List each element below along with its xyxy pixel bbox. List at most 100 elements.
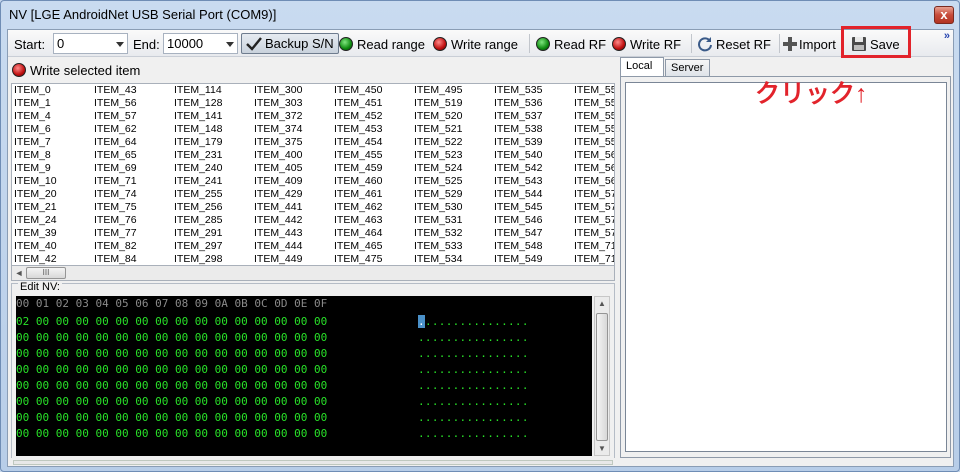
toolbar-overflow-icon[interactable]: »	[944, 30, 950, 42]
list-item[interactable]: ITEM_532	[414, 227, 462, 240]
list-item[interactable]: ITEM_21	[14, 201, 57, 214]
local-file-list[interactable]	[625, 82, 947, 452]
scroll-left-icon[interactable]: ◄	[13, 267, 25, 279]
list-item[interactable]: ITEM_533	[414, 240, 462, 253]
title-bar[interactable]: NV [LGE AndroidNet USB Serial Port (COM9…	[1, 1, 959, 29]
ascii-row[interactable]: ................	[418, 426, 529, 442]
ascii-row[interactable]: ................	[418, 362, 529, 378]
list-item[interactable]: ITEM_57	[574, 214, 614, 227]
list-item[interactable]: ITEM_57	[574, 227, 614, 240]
list-item[interactable]: ITEM_55	[574, 97, 614, 110]
list-item[interactable]: ITEM_56	[574, 149, 614, 162]
list-item[interactable]: ITEM_9	[14, 162, 57, 175]
list-item[interactable]: ITEM_441	[254, 201, 302, 214]
list-item[interactable]: ITEM_77	[94, 227, 137, 240]
hex-row[interactable]: 00 00 00 00 00 00 00 00 00 00 00 00 00 0…	[16, 378, 327, 394]
list-item[interactable]: ITEM_544	[494, 188, 542, 201]
list-item[interactable]: ITEM_452	[334, 110, 382, 123]
scroll-thumb[interactable]: III	[26, 267, 66, 279]
list-item[interactable]: ITEM_39	[14, 227, 57, 240]
list-item[interactable]: ITEM_64	[94, 136, 137, 149]
list-item[interactable]: ITEM_74	[94, 188, 137, 201]
list-item[interactable]: ITEM_55	[574, 136, 614, 149]
list-item[interactable]: ITEM_538	[494, 123, 542, 136]
list-item[interactable]: ITEM_405	[254, 162, 302, 175]
list-item[interactable]: ITEM_461	[334, 188, 382, 201]
list-item[interactable]: ITEM_56	[574, 162, 614, 175]
ascii-row[interactable]: ................	[418, 394, 529, 410]
list-item[interactable]: ITEM_455	[334, 149, 382, 162]
list-item[interactable]: ITEM_55	[574, 123, 614, 136]
list-item[interactable]: ITEM_1	[14, 97, 57, 110]
list-item[interactable]: ITEM_519	[414, 97, 462, 110]
list-item[interactable]: ITEM_536	[494, 97, 542, 110]
list-item[interactable]: ITEM_65	[94, 149, 137, 162]
list-item[interactable]: ITEM_56	[574, 175, 614, 188]
list-item[interactable]: ITEM_297	[174, 240, 222, 253]
list-item[interactable]: ITEM_62	[94, 123, 137, 136]
list-item[interactable]: ITEM_7	[14, 136, 57, 149]
hex-row[interactable]: 00 00 00 00 00 00 00 00 00 00 00 00 00 0…	[16, 394, 327, 410]
list-horizontal-scrollbar[interactable]: ◄ III	[11, 265, 615, 281]
list-item[interactable]: ITEM_546	[494, 214, 542, 227]
hex-row[interactable]: 00 00 00 00 00 00 00 00 00 00 00 00 00 0…	[16, 426, 327, 442]
list-item[interactable]: ITEM_75	[94, 201, 137, 214]
list-item[interactable]: ITEM_303	[254, 97, 302, 110]
list-item[interactable]: ITEM_148	[174, 123, 222, 136]
list-item[interactable]: ITEM_520	[414, 110, 462, 123]
list-item[interactable]: ITEM_114	[174, 84, 222, 97]
list-item[interactable]: ITEM_374	[254, 123, 302, 136]
list-item[interactable]: ITEM_300	[254, 84, 302, 97]
read-range-button[interactable]: Read range	[339, 34, 425, 54]
hex-editor[interactable]: 02 00 00 00 00 00 00 00 00 00 00 00 00 0…	[16, 312, 592, 456]
list-item[interactable]: ITEM_4	[14, 110, 57, 123]
list-item[interactable]: ITEM_454	[334, 136, 382, 149]
list-item[interactable]: ITEM_57	[574, 201, 614, 214]
list-item[interactable]: ITEM_231	[174, 149, 222, 162]
chevron-down-icon[interactable]	[116, 42, 124, 47]
chevron-down-icon[interactable]	[226, 42, 234, 47]
list-item[interactable]: ITEM_530	[414, 201, 462, 214]
ascii-row[interactable]: ................	[418, 410, 529, 426]
list-item[interactable]: ITEM_525	[414, 175, 462, 188]
list-item[interactable]: ITEM_531	[414, 214, 462, 227]
write-rf-button[interactable]: Write RF	[612, 34, 681, 54]
list-item[interactable]: ITEM_141	[174, 110, 222, 123]
list-item[interactable]: ITEM_0	[14, 84, 57, 97]
list-item[interactable]: ITEM_409	[254, 175, 302, 188]
scroll-down-icon[interactable]: ▼	[598, 444, 606, 453]
ascii-row[interactable]: ................	[418, 378, 529, 394]
list-item[interactable]: ITEM_375	[254, 136, 302, 149]
list-item[interactable]: ITEM_450	[334, 84, 382, 97]
list-item[interactable]: ITEM_537	[494, 110, 542, 123]
start-combo[interactable]: 0	[53, 33, 128, 54]
list-item[interactable]: ITEM_57	[574, 188, 614, 201]
list-item[interactable]: ITEM_539	[494, 136, 542, 149]
list-item[interactable]: ITEM_372	[254, 110, 302, 123]
import-button[interactable]: Import	[783, 34, 836, 54]
list-item[interactable]: ITEM_10	[14, 175, 57, 188]
list-item[interactable]: ITEM_547	[494, 227, 542, 240]
scroll-thumb[interactable]	[596, 313, 608, 441]
list-item[interactable]: ITEM_128	[174, 97, 222, 110]
scroll-up-icon[interactable]: ▲	[598, 299, 606, 308]
list-item[interactable]: ITEM_241	[174, 175, 222, 188]
list-item[interactable]: ITEM_522	[414, 136, 462, 149]
list-item[interactable]: ITEM_453	[334, 123, 382, 136]
list-item[interactable]: ITEM_451	[334, 97, 382, 110]
list-item[interactable]: ITEM_444	[254, 240, 302, 253]
write-range-button[interactable]: Write range	[433, 34, 518, 54]
list-item[interactable]: ITEM_462	[334, 201, 382, 214]
list-item[interactable]: ITEM_56	[94, 97, 137, 110]
list-item[interactable]: ITEM_55	[574, 110, 614, 123]
list-item[interactable]: ITEM_545	[494, 201, 542, 214]
list-item[interactable]: ITEM_542	[494, 162, 542, 175]
read-rf-button[interactable]: Read RF	[536, 34, 606, 54]
list-item[interactable]: ITEM_24	[14, 214, 57, 227]
list-item[interactable]: ITEM_548	[494, 240, 542, 253]
list-item[interactable]: ITEM_285	[174, 214, 222, 227]
list-item[interactable]: ITEM_443	[254, 227, 302, 240]
list-item[interactable]: ITEM_291	[174, 227, 222, 240]
nv-item-list[interactable]: ITEM_0 ITEM_1 ITEM_4 ITEM_6 ITEM_7 ITEM_8 ITEM…	[11, 83, 615, 280]
hex-row[interactable]: 02 00 00 00 00 00 00 00 00 00 00 00 00 0…	[16, 314, 327, 330]
